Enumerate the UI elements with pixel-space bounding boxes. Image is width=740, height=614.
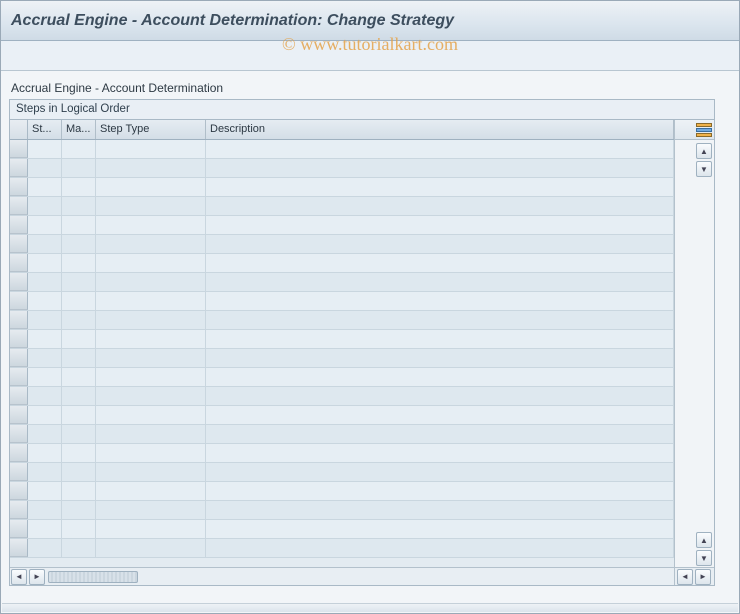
table-row[interactable] (10, 368, 674, 387)
table-row[interactable] (10, 197, 674, 216)
window-title: Accrual Engine - Account Determination: … (11, 12, 454, 30)
scroll-up-button[interactable]: ▲ (696, 143, 712, 159)
table-row[interactable] (10, 444, 674, 463)
row-selector[interactable] (10, 482, 28, 500)
row-selector[interactable] (10, 520, 28, 538)
row-selector[interactable] (10, 235, 28, 253)
table-row[interactable] (10, 292, 674, 311)
row-selector[interactable] (10, 197, 28, 215)
row-selector[interactable] (10, 387, 28, 405)
table-row[interactable] (10, 311, 674, 330)
scroll-left-button[interactable]: ◄ (11, 569, 27, 585)
scroll-down-end-button[interactable]: ▼ (696, 550, 712, 566)
scroll-down-button[interactable]: ▼ (696, 161, 712, 177)
content-area: Accrual Engine - Account Determination S… (1, 71, 739, 592)
row-selector[interactable] (10, 216, 28, 234)
table-row[interactable] (10, 539, 674, 558)
table-row[interactable] (10, 520, 674, 539)
row-selector[interactable] (10, 463, 28, 481)
table-row[interactable] (10, 425, 674, 444)
grid-main: St... Ma... Step Type Description (10, 120, 674, 585)
table-row[interactable] (10, 159, 674, 178)
table-row[interactable] (10, 254, 674, 273)
row-selector[interactable] (10, 406, 28, 424)
row-selector[interactable] (10, 330, 28, 348)
panel-title: Steps in Logical Order (10, 100, 714, 119)
row-selector[interactable] (10, 425, 28, 443)
col-description[interactable]: Description (206, 120, 674, 139)
section-label: Accrual Engine - Account Determination (9, 81, 731, 95)
scroll-left-end-button[interactable]: ◄ (677, 569, 693, 585)
col-main[interactable]: Ma... (62, 120, 96, 139)
select-all-corner[interactable] (10, 120, 28, 139)
toolbar-area (1, 41, 739, 71)
row-selector[interactable] (10, 349, 28, 367)
steps-panel: Steps in Logical Order St... Ma... Step … (9, 99, 715, 586)
table-row[interactable] (10, 140, 674, 159)
table-row[interactable] (10, 216, 674, 235)
row-selector[interactable] (10, 178, 28, 196)
row-selector[interactable] (10, 539, 28, 557)
scroll-up-end-button[interactable]: ▲ (696, 532, 712, 548)
table-row[interactable] (10, 406, 674, 425)
hscroll-track[interactable] (46, 569, 674, 585)
row-selector[interactable] (10, 159, 28, 177)
table-row[interactable] (10, 349, 674, 368)
table-row[interactable] (10, 330, 674, 349)
sap-window: Accrual Engine - Account Determination: … (0, 0, 740, 614)
col-step-type[interactable]: Step Type (96, 120, 206, 139)
scroll-right-button[interactable]: ► (29, 569, 45, 585)
grid-body (10, 140, 674, 567)
table-row[interactable] (10, 501, 674, 520)
table-row[interactable] (10, 482, 674, 501)
table-row[interactable] (10, 273, 674, 292)
row-selector[interactable] (10, 292, 28, 310)
row-selector[interactable] (10, 368, 28, 386)
grid: St... Ma... Step Type Description (10, 119, 714, 585)
hscrollbar[interactable]: ◄ ► (10, 567, 674, 585)
table-settings-icon[interactable] (696, 123, 712, 137)
table-row[interactable] (10, 235, 674, 254)
statusbar (2, 603, 738, 612)
col-step[interactable]: St... (28, 120, 62, 139)
table-row[interactable] (10, 178, 674, 197)
row-selector[interactable] (10, 273, 28, 291)
grid-side: ▲ ▼ ▲ ▼ ◄ ► (674, 120, 714, 585)
table-row[interactable] (10, 387, 674, 406)
grid-side-header (675, 120, 714, 140)
row-selector[interactable] (10, 140, 28, 158)
hscroll-thumb[interactable] (48, 571, 138, 583)
titlebar: Accrual Engine - Account Determination: … (1, 1, 739, 41)
row-selector[interactable] (10, 311, 28, 329)
scroll-right-end-button[interactable]: ► (695, 569, 711, 585)
row-selector[interactable] (10, 501, 28, 519)
table-row[interactable] (10, 463, 674, 482)
row-selector[interactable] (10, 444, 28, 462)
row-selector[interactable] (10, 254, 28, 272)
grid-header: St... Ma... Step Type Description (10, 120, 674, 140)
